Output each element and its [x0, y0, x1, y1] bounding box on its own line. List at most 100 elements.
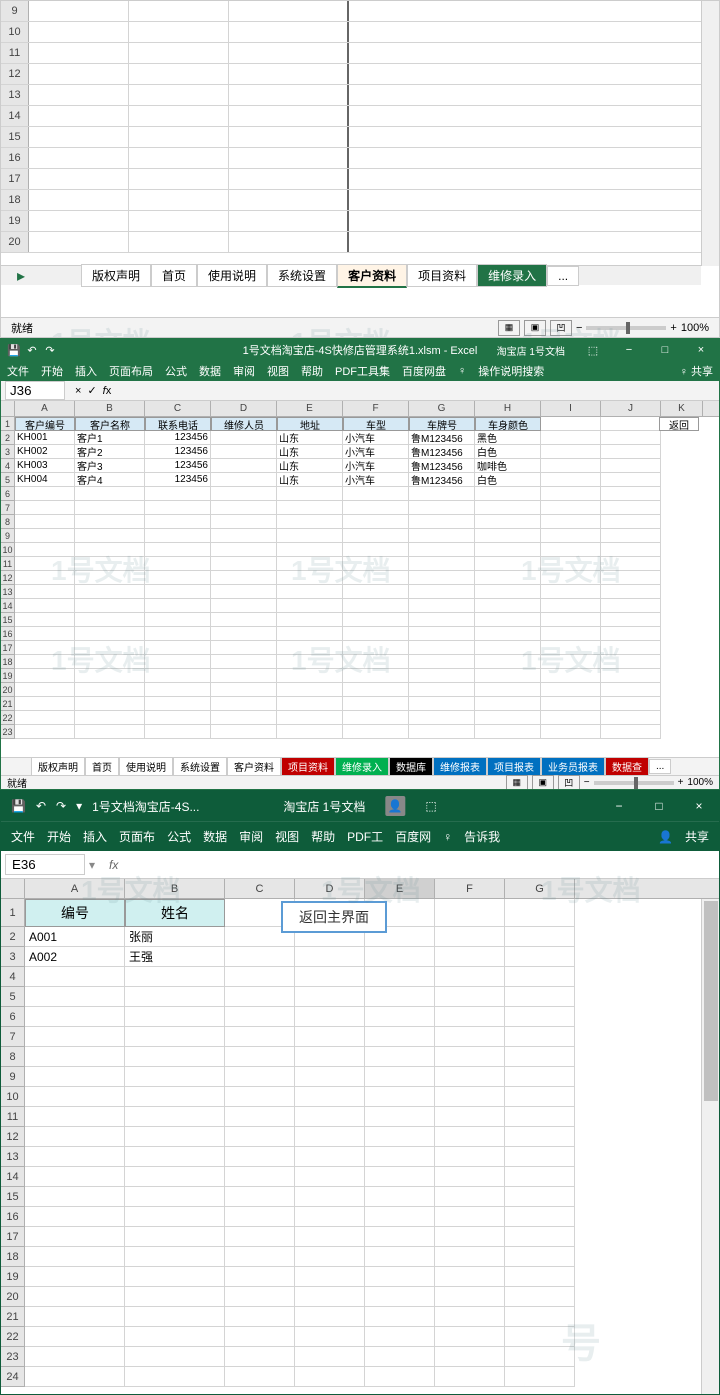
cell[interactable]: 123456 — [145, 445, 211, 459]
row-header[interactable]: 16 — [1, 627, 15, 641]
col-header[interactable]: E — [277, 401, 343, 416]
return-button[interactable]: 返回 — [659, 417, 699, 431]
table-row[interactable]: 20 — [1, 1287, 719, 1307]
table-row[interactable]: 12 — [1, 64, 719, 85]
table-row[interactable]: 4KH003客户3123456山东小汽车鲁M123456咖啡色 — [1, 459, 719, 473]
table-row[interactable]: 13 — [1, 585, 719, 599]
ribbon-layout[interactable]: 页面布 — [119, 828, 155, 845]
grid-body[interactable]: 1客户编号客户名称联系电话维修人员地址车型车牌号车身颜色 返回 2KH001客户… — [1, 417, 719, 739]
table-row[interactable]: 18 — [1, 190, 719, 211]
table-row[interactable]: 11 — [1, 1107, 719, 1127]
cell[interactable]: 山东 — [277, 445, 343, 459]
col-header[interactable]: D — [295, 879, 365, 898]
header-cell[interactable]: 客户编号 — [15, 417, 75, 431]
cancel-icon[interactable]: × — [75, 385, 81, 397]
row-header[interactable]: 14 — [1, 106, 29, 126]
table-row[interactable]: 5 — [1, 987, 719, 1007]
cell[interactable]: 鲁M123456 — [409, 459, 475, 473]
tab-db[interactable]: 数据库 — [389, 757, 433, 776]
row-header[interactable]: 12 — [1, 571, 15, 585]
maximize-icon[interactable]: □ — [647, 339, 683, 361]
table-row[interactable]: 9 — [1, 529, 719, 543]
row-header[interactable]: 13 — [1, 585, 15, 599]
cell[interactable]: 123456 — [145, 431, 211, 445]
ribbon-help[interactable]: 帮助 — [301, 363, 323, 379]
table-row[interactable]: 14 — [1, 1167, 719, 1187]
ribbon-tell[interactable]: 告诉我 — [464, 828, 500, 845]
cell[interactable]: 咖啡色 — [475, 459, 541, 473]
cell[interactable] — [211, 431, 277, 445]
table-row[interactable]: 23 — [1, 725, 719, 739]
row-header[interactable]: 5 — [1, 473, 15, 487]
table-row[interactable]: 5KH004客户4123456山东小汽车鲁M123456白色 — [1, 473, 719, 487]
qat-more-icon[interactable]: ▾ — [76, 799, 82, 813]
zoom-minus[interactable]: − — [584, 777, 590, 788]
table-row[interactable]: 18 — [1, 1247, 719, 1267]
row-header[interactable]: 13 — [1, 1147, 25, 1167]
row-header[interactable]: 10 — [1, 1087, 25, 1107]
cell[interactable]: 小汽车 — [343, 459, 409, 473]
col-header[interactable]: C — [145, 401, 211, 416]
row-header[interactable]: 20 — [1, 1287, 25, 1307]
cell[interactable]: 小汽车 — [343, 445, 409, 459]
table-row[interactable]: 12 — [1, 571, 719, 585]
tab-repair[interactable]: 维修录入 — [477, 264, 547, 287]
ribbon-options-icon[interactable]: ⬚ — [575, 339, 611, 361]
close-icon[interactable]: × — [683, 339, 719, 361]
select-all-corner[interactable] — [1, 401, 15, 416]
col-header[interactable]: F — [343, 401, 409, 416]
row-header[interactable]: 23 — [1, 725, 15, 739]
table-row[interactable]: 15 — [1, 127, 719, 148]
row-header[interactable]: 11 — [1, 1107, 25, 1127]
view-page-icon[interactable]: ▣ — [524, 320, 546, 336]
table-row[interactable]: 21 — [1, 697, 719, 711]
name-box[interactable] — [5, 854, 85, 875]
row-header[interactable]: 22 — [1, 1327, 25, 1347]
table-row[interactable]: 21 — [1, 1307, 719, 1327]
row-header[interactable]: 12 — [1, 64, 29, 84]
table-row[interactable]: 2KH001客户1123456山东小汽车鲁M123456黑色 — [1, 431, 719, 445]
grid-body[interactable]: 1编号姓名 返回主界面 2A001张丽3A002王强45678910111213… — [1, 899, 719, 1387]
header-cell[interactable]: 地址 — [277, 417, 343, 431]
table-row[interactable]: 8 — [1, 515, 719, 529]
row-header[interactable]: 3 — [1, 445, 15, 459]
cell[interactable]: 白色 — [475, 473, 541, 487]
zoom-slider[interactable] — [586, 326, 666, 330]
ribbon-share[interactable]: 共享 — [685, 828, 709, 845]
cell[interactable]: A002 — [25, 947, 125, 967]
row-header[interactable]: 17 — [1, 1227, 25, 1247]
row-header[interactable]: 21 — [1, 1307, 25, 1327]
row-header[interactable]: 9 — [1, 1067, 25, 1087]
ribbon-data[interactable]: 数据 — [203, 828, 227, 845]
row-header[interactable]: 10 — [1, 543, 15, 557]
vertical-scrollbar[interactable] — [701, 899, 719, 1394]
save-icon[interactable]: 💾 — [11, 799, 26, 813]
table-row[interactable]: 12 — [1, 1127, 719, 1147]
row-header[interactable]: 6 — [1, 487, 15, 501]
cell[interactable]: 鲁M123456 — [409, 445, 475, 459]
tab-repair-report[interactable]: 维修报表 — [433, 757, 487, 776]
ribbon-file[interactable]: 文件 — [11, 828, 35, 845]
cell[interactable]: 山东 — [277, 459, 343, 473]
ribbon-insert[interactable]: 插入 — [75, 363, 97, 379]
vertical-scrollbar[interactable] — [701, 1, 719, 266]
save-icon[interactable]: 💾 — [7, 343, 21, 357]
zoom-plus[interactable]: + — [678, 777, 684, 788]
row-header[interactable]: 9 — [1, 1, 29, 21]
table-row[interactable]: 6 — [1, 1007, 719, 1027]
table-row[interactable]: 3A002王强 — [1, 947, 719, 967]
col-header[interactable]: I — [541, 401, 601, 416]
table-row[interactable]: 9 — [1, 1, 719, 22]
col-header[interactable]: G — [409, 401, 475, 416]
table-row[interactable]: 23 — [1, 1347, 719, 1367]
row-header[interactable]: 14 — [1, 599, 15, 613]
row-header[interactable]: 16 — [1, 1207, 25, 1227]
cell[interactable]: 小汽车 — [343, 473, 409, 487]
redo-icon[interactable]: ↷ — [56, 799, 66, 813]
scrollbar-thumb[interactable] — [704, 901, 718, 1101]
table-row[interactable]: 17 — [1, 169, 719, 190]
col-header[interactable]: A — [15, 401, 75, 416]
zoom-minus[interactable]: − — [576, 322, 582, 334]
cell[interactable]: 王强 — [125, 947, 225, 967]
col-header[interactable]: J — [601, 401, 661, 416]
